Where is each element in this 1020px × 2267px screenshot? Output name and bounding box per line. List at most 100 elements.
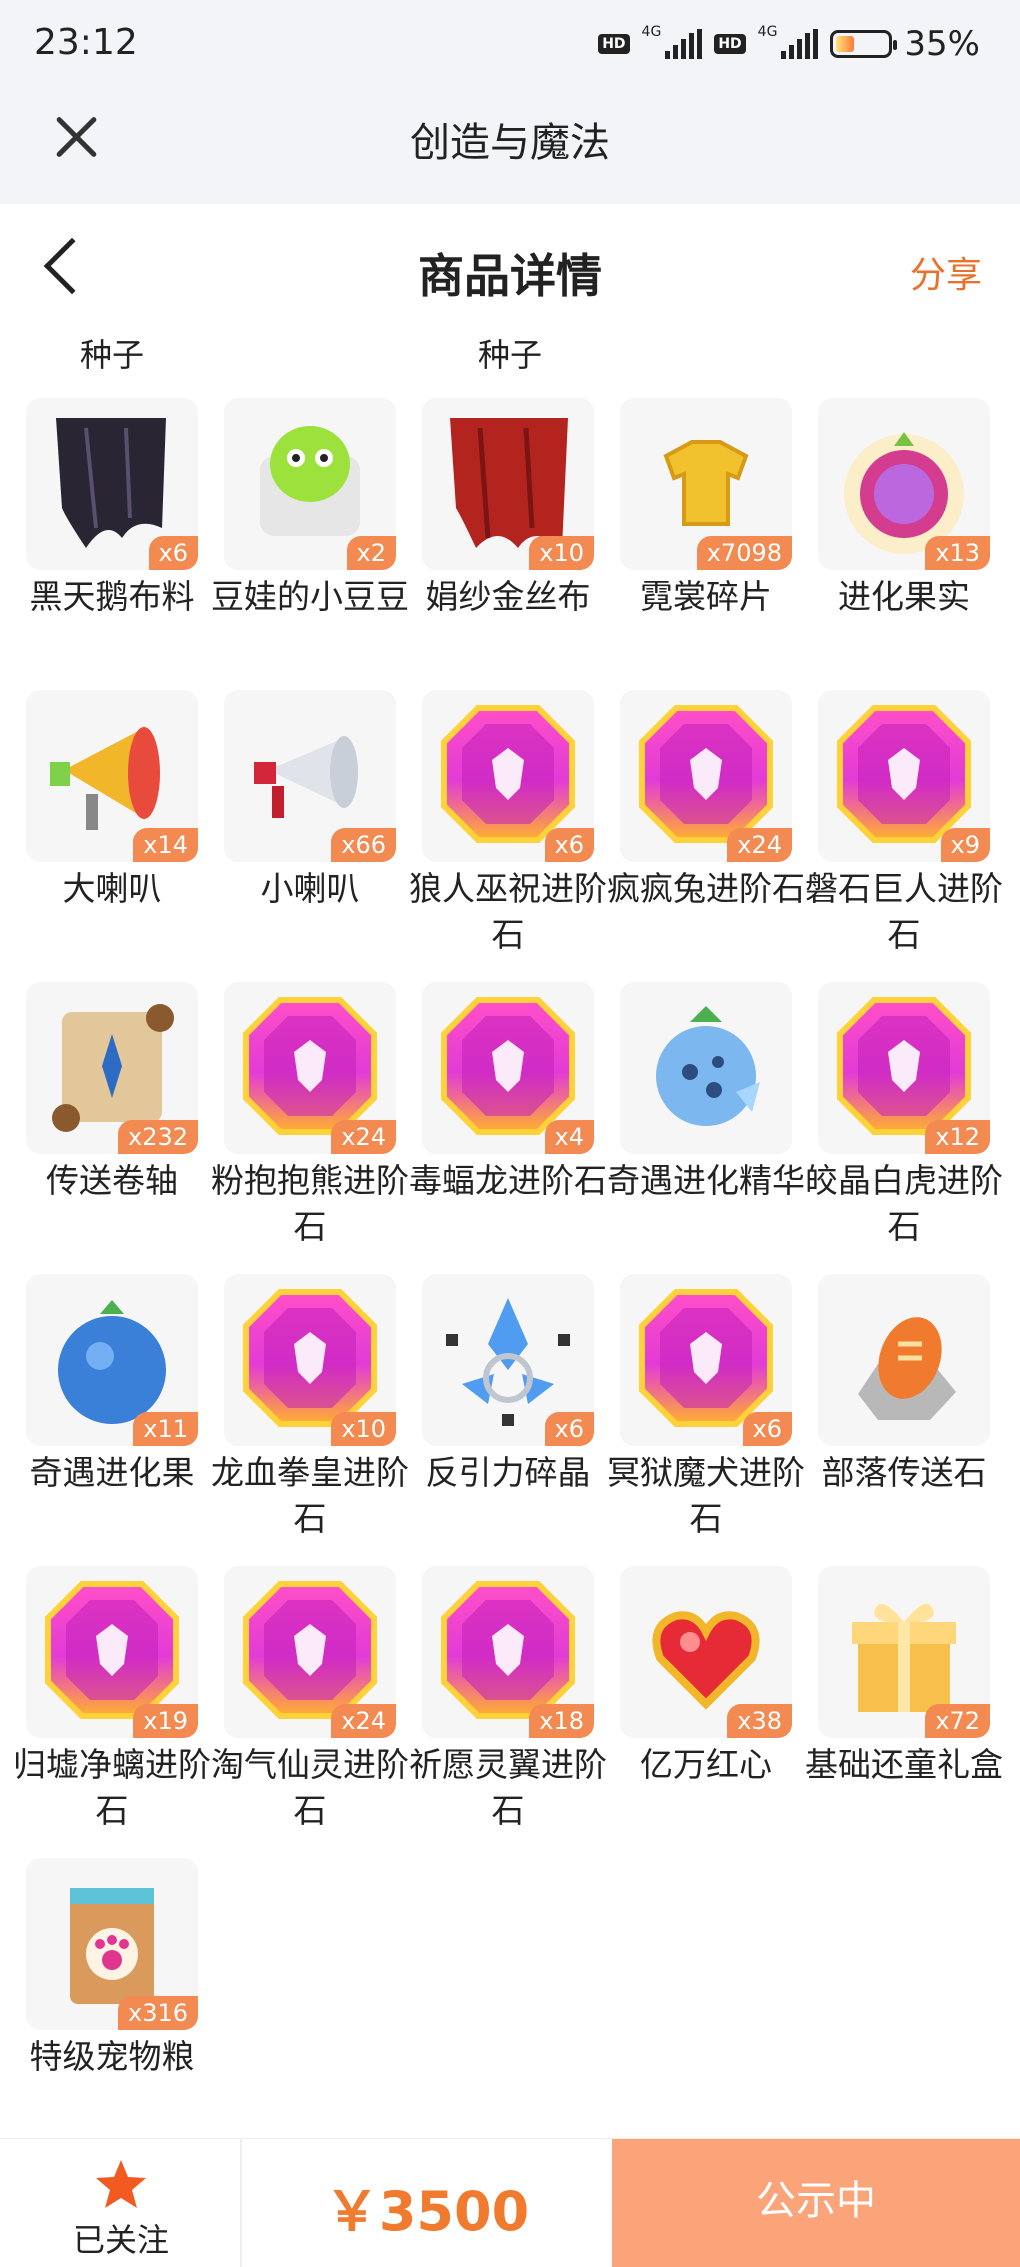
- item-tile: x11: [26, 1274, 198, 1446]
- item-count-badge: x232: [117, 1120, 198, 1154]
- item-card[interactable]: x38 亿万红心: [620, 1566, 792, 1788]
- item-count-badge: x12: [925, 1120, 990, 1154]
- item-card[interactable]: x6 黑天鹅布料: [26, 398, 198, 620]
- item-count-badge: x24: [331, 1120, 396, 1154]
- item-tile: x10: [224, 1274, 396, 1446]
- item-card[interactable]: 部落传送石: [818, 1274, 990, 1496]
- item-count-badge: x66: [331, 828, 396, 862]
- item-name: 大喇叭: [62, 869, 162, 908]
- item-tile: x9: [818, 690, 990, 862]
- share-button[interactable]: 分享: [910, 246, 982, 298]
- item-card[interactable]: x9 磐石巨人进阶石: [805, 690, 1003, 958]
- battery-icon: [830, 30, 898, 58]
- item-tile: x66: [224, 690, 396, 862]
- item-card[interactable]: x72 基础还童礼盒: [805, 1566, 1003, 1788]
- item-card[interactable]: x4 毒蝠龙进阶石: [409, 982, 607, 1204]
- item-count-badge: x9: [940, 828, 990, 862]
- hd-icon: HD: [714, 34, 746, 54]
- hd-icon: HD: [598, 34, 630, 54]
- network-type: 4G: [757, 24, 778, 40]
- item-card[interactable]: x12 皎晶白虎进阶石: [805, 982, 1003, 1250]
- page-header: 商品详情 分享: [0, 204, 1020, 332]
- item-card[interactable]: 奇遇进化精华: [607, 982, 805, 1204]
- item-card[interactable]: x6 狼人巫祝进阶石: [409, 690, 607, 958]
- item-count-badge: x38: [727, 1704, 792, 1738]
- item-card[interactable]: x6 冥狱魔犬进阶石: [607, 1274, 805, 1542]
- bottom-bar: 已关注 ￥3500 公示中: [0, 2138, 1020, 2267]
- item-name: 狼人巫祝进阶石: [409, 869, 607, 954]
- item-name: 霓裳碎片: [640, 577, 772, 616]
- status-bar: 23:12 HD 4G HD 4G 35%: [0, 0, 1020, 88]
- item-tile: x2: [224, 398, 396, 570]
- app-title: 创造与魔法: [410, 120, 610, 166]
- item-tile: [818, 1274, 990, 1446]
- item-name: 反引力碎晶: [425, 1453, 591, 1492]
- app-bar: 创造与魔法: [0, 88, 1020, 204]
- item-name: 小喇叭: [260, 869, 360, 908]
- item-count-badge: x14: [133, 828, 198, 862]
- item-name: 豆娃的小豆豆: [211, 577, 409, 616]
- item-name: 黑天鹅布料: [29, 577, 195, 616]
- item-name: 奇遇进化精华: [607, 1161, 805, 1200]
- item-count-badge: x10: [331, 1412, 396, 1446]
- item-name: 奇遇进化果: [29, 1453, 195, 1492]
- item-card[interactable]: x24 疯疯兔进阶石: [607, 690, 805, 912]
- item-name: 传送卷轴: [46, 1161, 178, 1200]
- page-title: 商品详情: [418, 249, 602, 303]
- item-card[interactable]: x10 龙血拳皇进阶石: [211, 1274, 409, 1542]
- item-count-badge: x6: [148, 536, 198, 570]
- item-tile: x6: [422, 1274, 594, 1446]
- item-tile: x4: [422, 982, 594, 1154]
- item-tile: x38: [620, 1566, 792, 1738]
- item-card[interactable]: x19 归墟净螭进阶石: [13, 1566, 211, 1834]
- status-button[interactable]: 公示中: [612, 2139, 1020, 2267]
- item-tile: x18: [422, 1566, 594, 1738]
- network-type: 4G: [641, 24, 662, 40]
- item-count-badge: x7098: [696, 536, 792, 570]
- item-name: 龙血拳皇进阶石: [211, 1453, 409, 1538]
- item-card[interactable]: x316 特级宠物粮: [26, 1858, 198, 2080]
- item-card[interactable]: x10 娟纱金丝布: [422, 398, 594, 620]
- price: ￥3500: [324, 2180, 530, 2243]
- item-card[interactable]: x11 奇遇进化果: [26, 1274, 198, 1496]
- item-card[interactable]: x66 小喇叭: [224, 690, 396, 912]
- item-count-badge: x18: [529, 1704, 594, 1738]
- item-card[interactable]: x13 进化果实: [818, 398, 990, 620]
- item-count-badge: x72: [925, 1704, 990, 1738]
- status-icons: HD 4G HD 4G 35%: [598, 24, 980, 64]
- item-name: 进化果实: [838, 577, 970, 616]
- item-tile: x24: [224, 1566, 396, 1738]
- item-tile: x232: [26, 982, 198, 1154]
- item-tile: x6: [620, 1274, 792, 1446]
- item-name: 毒蝠龙进阶石: [409, 1161, 607, 1200]
- item-count-badge: x24: [727, 828, 792, 862]
- seed-label: 种子: [80, 336, 145, 374]
- item-count-badge: x11: [133, 1412, 198, 1446]
- item-tile: [620, 982, 792, 1154]
- item-name: 娟纱金丝布: [425, 577, 591, 616]
- item-name: 基础还童礼盒: [805, 1745, 1003, 1784]
- item-tile: x12: [818, 982, 990, 1154]
- item-card[interactable]: x232 传送卷轴: [26, 982, 198, 1204]
- item-tile: x19: [26, 1566, 198, 1738]
- item-count-badge: x6: [544, 828, 594, 862]
- item-tile: x72: [818, 1566, 990, 1738]
- battery-level: 35%: [904, 24, 980, 64]
- item-card[interactable]: x24 粉抱抱熊进阶石: [211, 982, 409, 1250]
- item-card[interactable]: x6 反引力碎晶: [422, 1274, 594, 1496]
- follow-label: 已关注: [72, 2221, 169, 2259]
- item-card[interactable]: x2 豆娃的小豆豆: [211, 398, 409, 620]
- item-tile: x24: [620, 690, 792, 862]
- seed-row: 种子 种子: [0, 330, 1020, 380]
- item-tile: x13: [818, 398, 990, 570]
- item-card[interactable]: x14 大喇叭: [26, 690, 198, 912]
- item-tile: x7098: [620, 398, 792, 570]
- signal-icon: [665, 29, 703, 59]
- signal-icon: [781, 29, 819, 59]
- item-card[interactable]: x24 淘气仙灵进阶石: [211, 1566, 409, 1834]
- item-count-badge: x6: [742, 1412, 792, 1446]
- item-card[interactable]: x7098 霓裳碎片: [620, 398, 792, 620]
- follow-button[interactable]: 已关注: [0, 2139, 242, 2267]
- item-count-badge: x13: [925, 536, 990, 570]
- item-card[interactable]: x18 祈愿灵翼进阶石: [409, 1566, 607, 1834]
